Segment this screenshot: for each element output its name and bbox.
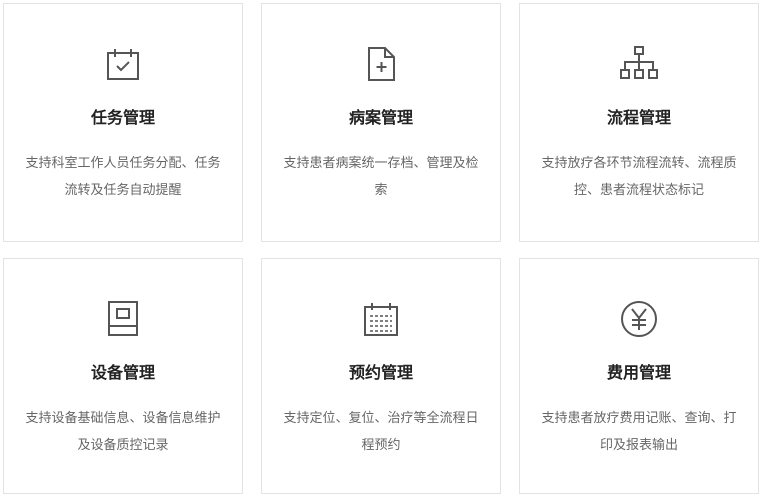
card-title: 病案管理 [348, 108, 413, 127]
card-title: 任务管理 [90, 108, 155, 127]
device-icon [4, 299, 242, 339]
card-description: 支持设备基础信息、设备信息维护及设备质控记录 [25, 411, 221, 453]
card-description: 支持科室工作人员任务分配、任务流转及任务自动提醒 [25, 156, 221, 198]
document-plus-icon [262, 44, 500, 84]
calendar-check-icon [4, 44, 242, 84]
feature-card-process[interactable]: 流程管理 支持放疗各环节流程流转、流程质控、患者流程状态标记 [519, 3, 759, 242]
feature-card-device[interactable]: 设备管理 支持设备基础信息、设备信息维护及设备质控记录 [3, 258, 243, 494]
feature-card-records[interactable]: 病案管理 支持患者病案统一存档、管理及检索 [261, 3, 501, 242]
card-description: 支持患者放疗费用记账、查询、打印及报表输出 [541, 411, 737, 453]
flowchart-icon [520, 44, 758, 84]
card-title: 设备管理 [90, 363, 155, 382]
feature-card-appointment[interactable]: 预约管理 支持定位、复位、治疗等全流程日程预约 [261, 258, 501, 494]
card-title: 预约管理 [348, 363, 413, 382]
feature-card-task[interactable]: 任务管理 支持科室工作人员任务分配、任务流转及任务自动提醒 [3, 3, 243, 242]
calendar-grid-icon [262, 299, 500, 339]
yen-circle-icon [520, 299, 758, 339]
card-description: 支持放疗各环节流程流转、流程质控、患者流程状态标记 [541, 156, 737, 198]
card-description: 支持定位、复位、治疗等全流程日程预约 [283, 411, 479, 453]
card-title: 费用管理 [606, 363, 671, 382]
feature-card-billing[interactable]: 费用管理 支持患者放疗费用记账、查询、打印及报表输出 [519, 258, 759, 494]
card-description: 支持患者病案统一存档、管理及检索 [283, 156, 479, 198]
card-title: 流程管理 [606, 108, 671, 127]
